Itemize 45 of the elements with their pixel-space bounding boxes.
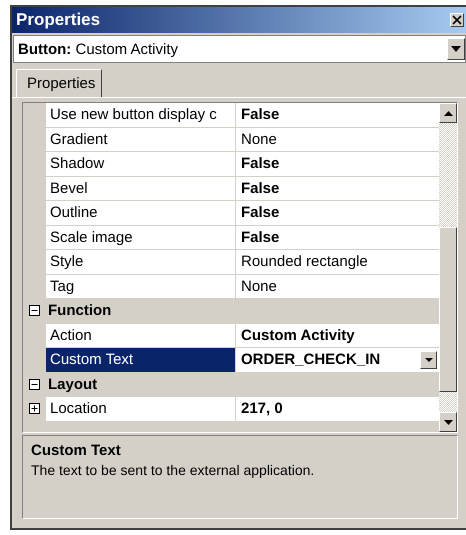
- property-value: 217, 0: [241, 400, 283, 418]
- object-selector[interactable]: Button: Custom Activity: [13, 35, 466, 63]
- property-name[interactable]: Use new button display c: [46, 103, 236, 126]
- selected-object: Button: Custom Activity: [17, 40, 178, 58]
- property-name[interactable]: Custom Text: [46, 348, 236, 372]
- property-name[interactable]: Shadow: [46, 152, 236, 176]
- property-value: False: [241, 204, 280, 222]
- description-text: The text to be sent to the external application.: [31, 462, 316, 478]
- scroll-up-button[interactable]: [439, 103, 457, 123]
- property-value: Custom Activity: [241, 326, 355, 344]
- collapse-icon[interactable]: [29, 305, 40, 316]
- tab[interactable]: Properties: [16, 69, 102, 97]
- value-dropdown-button[interactable]: [420, 350, 437, 369]
- property-value: False: [241, 228, 280, 246]
- property-name[interactable]: Location: [46, 397, 236, 420]
- property-name[interactable]: Gradient: [46, 128, 236, 151]
- property-name[interactable]: Scale image: [46, 226, 236, 249]
- close-icon: [452, 15, 462, 25]
- expand-icon[interactable]: [29, 403, 40, 414]
- property-value: ORDER_CHECK_IN: [241, 351, 380, 368]
- caret-icon: [424, 358, 432, 362]
- property-value: None: [241, 278, 277, 295]
- window-title: Properties: [16, 10, 100, 30]
- down-arrow-icon: [444, 420, 452, 424]
- dropdown-button[interactable]: [447, 38, 465, 60]
- property-value: None: [241, 130, 277, 148]
- property-value: False: [241, 155, 280, 172]
- description-title: Custom Text: [31, 442, 122, 459]
- collapse-icon[interactable]: [29, 378, 40, 390]
- up-arrow-icon: [444, 110, 452, 116]
- property-name[interactable]: Tag: [46, 274, 236, 298]
- scroll-down-button[interactable]: [439, 412, 457, 432]
- category-label: Function: [47, 301, 112, 322]
- property-name[interactable]: Action: [46, 324, 236, 347]
- property-value: Rounded rectangle: [241, 253, 368, 270]
- scrollbar[interactable]: [439, 103, 457, 432]
- caret-icon: [451, 46, 461, 52]
- scroll-thumb[interactable]: [439, 227, 457, 392]
- property-name[interactable]: Outline: [46, 201, 236, 224]
- property-name[interactable]: Style: [46, 250, 236, 274]
- property-value: False: [241, 180, 280, 197]
- property-value: False: [241, 106, 280, 124]
- property-name[interactable]: Bevel: [46, 176, 236, 200]
- close-button[interactable]: [450, 13, 464, 27]
- category-label: Layout: [47, 374, 98, 395]
